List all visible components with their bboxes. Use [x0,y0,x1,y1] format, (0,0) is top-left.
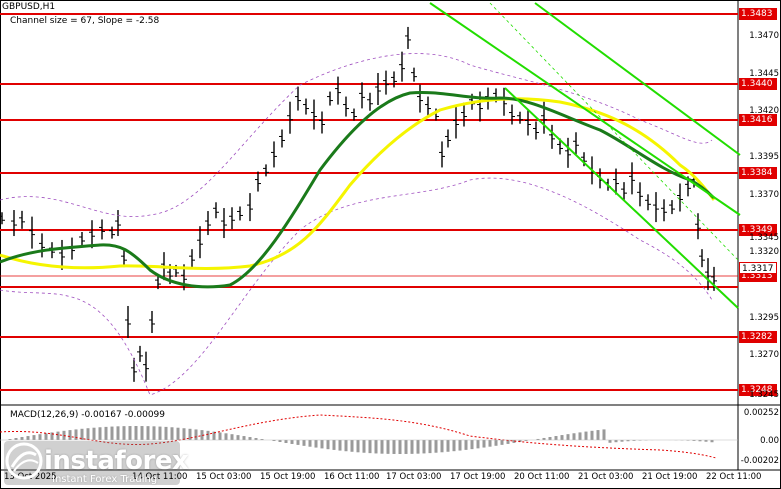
time-label: 16 Oct 11:00 [324,472,380,482]
macd-tick: 0.00 [760,436,779,446]
price-tick: 1.3420 [749,106,779,116]
level-label: 1.3440 [739,78,777,90]
price-tick: 1.3395 [749,152,779,162]
chart-window: GBPUSD,H1 Channel size = 67, Slope = -2.… [0,0,781,489]
logo-brand: instaforex [44,446,189,476]
level-label: 1.3384 [739,167,777,179]
price-tick: 1.3295 [749,313,779,323]
price-tick: 1.3270 [749,350,779,360]
ma-fast-line [0,90,716,289]
price-tick: 1.3470 [749,31,779,41]
time-label: 17 Oct 19:00 [450,472,506,482]
macd-tick: 0.00252 [743,408,779,418]
logo-icon [5,442,43,480]
time-label: 15 Oct 03:00 [196,472,252,482]
time-label: 22 Oct 11:00 [706,472,762,482]
time-label: 21 Oct 03:00 [578,472,634,482]
price-tick: 1.3445 [749,69,779,79]
price-tick: 1.3345 [749,233,779,243]
time-label: 20 Oct 11:00 [514,472,570,482]
time-label: 15 Oct 19:00 [260,472,316,482]
band-upper [0,53,713,217]
time-label: 17 Oct 03:00 [386,472,442,482]
current-price-label: 1.3317 [739,262,777,274]
price-tick: 1.3245 [749,390,779,400]
price-tick: 1.3320 [749,247,779,257]
level-label: 1.3282 [739,331,777,343]
macd-tick: -0.00202 [740,456,779,466]
time-label: 21 Oct 19:00 [642,472,698,482]
macd-info: MACD(12,26,9) -0.00167 -0.00099 [10,410,166,420]
chart-symbol: GBPUSD,H1 [2,2,56,12]
level-label: 1.3483 [739,8,777,20]
logo-tagline: Instant Forex Trading [52,474,158,485]
channel-info: Channel size = 67, Slope = -2.58 [10,16,160,26]
price-tick: 1.3370 [749,190,779,200]
channel-upper [429,2,741,216]
channel-mid [489,2,739,261]
